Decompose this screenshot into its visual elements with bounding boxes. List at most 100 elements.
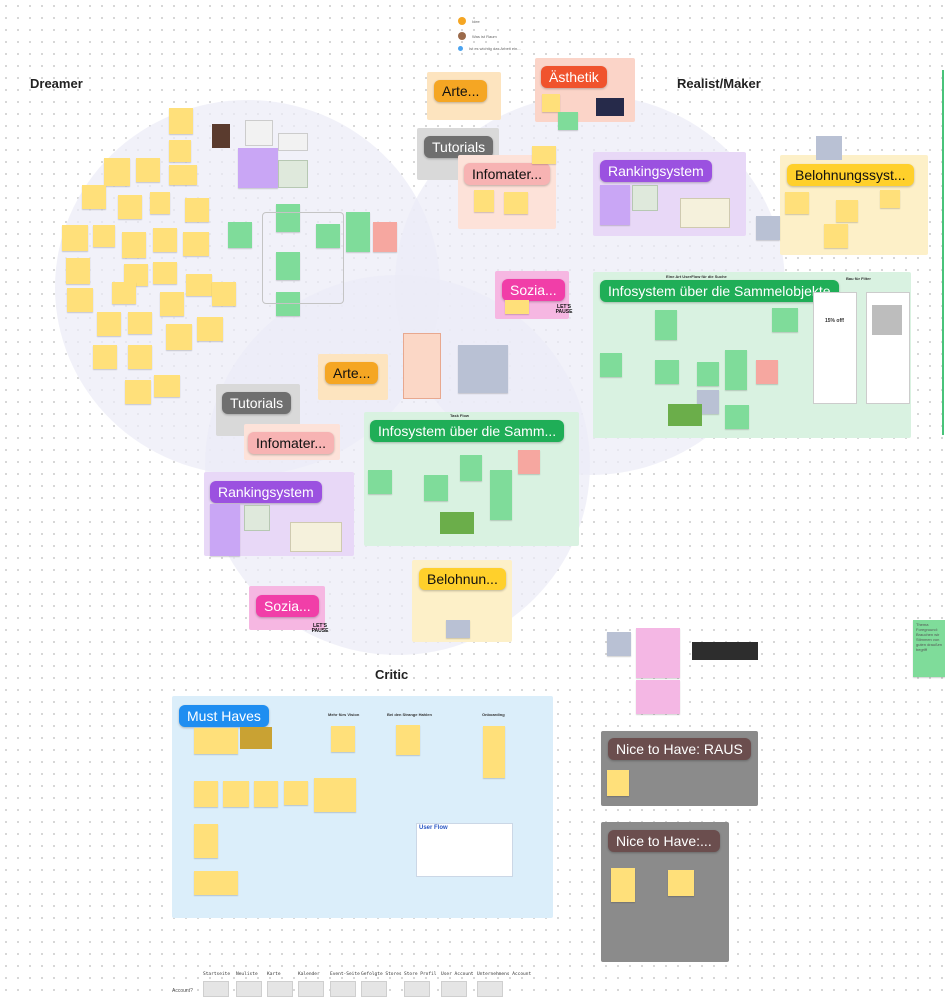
sticky-note[interactable] [785,192,809,214]
sticky-note[interactable] [460,455,482,481]
sticky-note[interactable] [532,146,556,164]
sticky-note[interactable] [725,405,749,429]
sticky-note[interactable] [169,140,191,162]
tag-belohnung-top[interactable]: Belohnungssyst... [787,164,914,186]
tag-tutorials-mid[interactable]: Tutorials [222,392,292,414]
sticky-note[interactable] [558,112,578,130]
sticky-note[interactable] [185,198,209,222]
tag-nice-raus[interactable]: Nice to Have: RAUS [608,738,751,760]
sticky-note[interactable] [160,292,184,316]
account-column: Startseite [203,972,231,977]
tag-arte-mid[interactable]: Arte... [325,362,379,384]
sticky-note[interactable] [607,770,629,796]
sticky-note[interactable] [600,185,630,225]
sticky-note[interactable] [194,871,238,895]
sticky-note[interactable] [505,300,529,314]
sticky-note[interactable] [725,350,747,390]
doc-card [403,333,441,399]
sticky-note[interactable] [136,158,160,182]
sticky-note[interactable] [210,504,240,556]
sticky-note[interactable] [458,345,508,393]
sticky-note[interactable] [97,312,121,336]
sticky-note[interactable] [655,360,679,384]
sticky-note[interactable] [150,192,170,214]
sticky-note[interactable] [212,282,236,306]
sticky-note[interactable] [636,680,680,714]
sticky-note[interactable] [153,228,177,252]
tag-nice-2[interactable]: Nice to Have:... [608,830,720,852]
tag-sozia-mid[interactable]: Sozia... [256,595,319,617]
sticky-note[interactable] [655,310,677,340]
sticky-note[interactable] [880,190,900,208]
sticky-note[interactable] [186,274,212,296]
sticky-note[interactable] [153,262,177,284]
sticky-note[interactable] [82,185,106,209]
sticky-note[interactable] [396,725,420,755]
sticky-note[interactable] [331,726,355,752]
tag-arte-top[interactable]: Arte... [434,80,488,102]
sticky-note[interactable] [194,781,218,807]
tag-sozia-top[interactable]: Sozia... [502,279,565,301]
sticky-note[interactable] [373,222,397,252]
sticky-note[interactable] [346,212,370,252]
legend-icon [458,46,463,51]
sticky-note[interactable] [314,778,356,812]
sticky-note[interactable] [169,108,193,134]
sticky-note[interactable] [183,232,209,256]
sticky-note[interactable] [169,165,197,185]
sticky-note[interactable] [607,632,631,656]
sticky-note[interactable] [118,195,142,219]
sticky-note[interactable] [194,824,218,858]
account-row-label: Account? [172,988,193,994]
sticky-note[interactable] [518,450,540,474]
sticky-note[interactable] [197,317,223,341]
sticky-note[interactable] [93,225,115,247]
sticky-note[interactable] [756,360,778,384]
sticky-note[interactable] [600,353,622,377]
tag-ranking-mid[interactable]: Rankingsystem [210,481,322,503]
tag-ranking-top[interactable]: Rankingsystem [600,160,712,182]
sticky-note[interactable] [368,470,392,494]
sticky-note[interactable] [697,362,719,386]
sticky-note[interactable] [223,781,249,807]
sticky-note[interactable] [446,620,470,638]
sticky-note[interactable] [154,375,180,397]
sticky-note[interactable] [128,312,152,334]
sticky-note[interactable] [128,345,152,369]
tag-belohnung-mid[interactable]: Belohnun... [419,568,506,590]
sticky-note[interactable] [474,190,494,212]
sticky-note[interactable] [836,200,858,222]
tag-must-haves[interactable]: Must Haves [179,705,269,727]
sticky-note[interactable] [668,870,694,896]
legend-item: Was ist Raum [458,32,497,40]
sticky-note[interactable] [228,222,252,248]
tag-infomater-mid[interactable]: Infomater... [248,432,335,454]
sticky-note[interactable] [483,726,505,778]
sticky-note[interactable] [125,380,151,404]
tag-infosystem-mid[interactable]: Infosystem über die Samm... [370,420,565,442]
sticky-note[interactable] [194,728,238,754]
sticky-note[interactable] [67,288,93,312]
sticky-note[interactable] [104,158,130,186]
tag-infosystem-top[interactable]: Infosystem über die Sammelobjekte [600,280,839,302]
sticky-note[interactable] [166,324,192,350]
tag-aesthetik[interactable]: Ästhetik [541,66,607,88]
sticky-note[interactable] [238,148,278,188]
sticky-note[interactable] [112,282,136,304]
sticky-note[interactable] [490,470,512,520]
sticky-note[interactable] [122,232,146,258]
sticky-note[interactable] [504,192,528,214]
sticky-note[interactable] [611,868,635,902]
sticky-note[interactable] [756,216,780,240]
sticky-note[interactable] [62,225,88,251]
sticky-note[interactable] [772,308,798,332]
sticky-note[interactable] [636,628,680,678]
sticky-note[interactable] [424,475,448,501]
sticky-note[interactable] [254,781,278,807]
sticky-note[interactable] [542,94,560,112]
sticky-note[interactable] [93,345,117,369]
tag-infomater-top[interactable]: Infomater... [464,163,551,185]
sticky-note[interactable] [824,224,848,248]
sticky-note[interactable] [66,258,90,284]
sticky-note[interactable] [284,781,308,805]
